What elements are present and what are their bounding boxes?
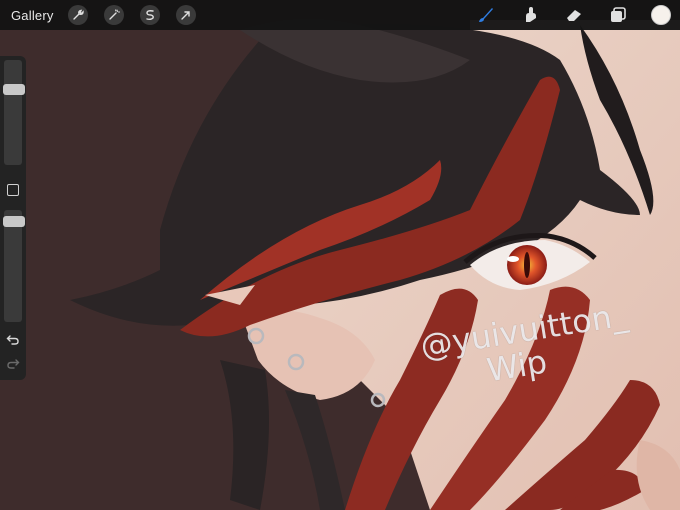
wrench-icon[interactable] [67, 5, 88, 25]
opacity-thumb[interactable] [3, 216, 25, 228]
top-toolbar: Gallery [0, 0, 680, 30]
brush-size-thumb[interactable] [3, 84, 25, 96]
eye-highlight [507, 256, 519, 262]
color-picker-button[interactable] [651, 5, 671, 25]
gallery-button[interactable]: Gallery [11, 8, 54, 23]
right-tools [453, 0, 680, 30]
brush-size-slider[interactable] [4, 60, 22, 165]
drawing-canvas[interactable] [0, 0, 680, 510]
eye-pupil [524, 252, 530, 278]
smudge-icon[interactable] [519, 4, 541, 26]
layers-icon[interactable] [607, 4, 629, 26]
redo-icon[interactable] [6, 357, 20, 371]
eraser-icon[interactable] [563, 4, 585, 26]
undo-icon[interactable] [6, 333, 20, 347]
selection-icon[interactable] [139, 5, 160, 25]
magic-wand-icon[interactable] [103, 5, 124, 25]
left-sidebar [0, 56, 26, 380]
transform-arrow-icon[interactable] [175, 5, 196, 25]
brush-icon[interactable] [475, 4, 497, 26]
modify-square-icon[interactable] [7, 184, 19, 196]
